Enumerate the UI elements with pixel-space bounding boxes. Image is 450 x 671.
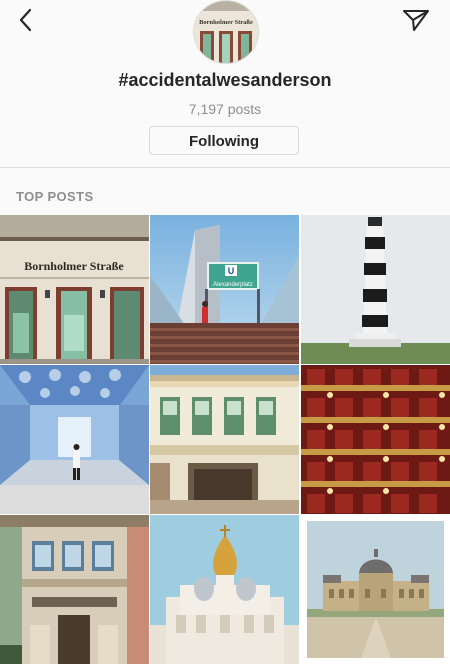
hashtag-title: #accidentalwesanderson bbox=[118, 70, 332, 90]
post-theater-boxes[interactable] bbox=[301, 365, 450, 514]
svg-text:Bornholmer Straße: Bornholmer Straße bbox=[24, 259, 124, 273]
post-bornholmer-strasse[interactable]: Bornholmer Straße bbox=[0, 215, 149, 364]
svg-text:U: U bbox=[228, 266, 235, 276]
post-blue-hall[interactable] bbox=[0, 365, 149, 514]
back-chevron-icon[interactable] bbox=[14, 8, 38, 32]
header-divider bbox=[0, 167, 450, 168]
tag-header: Bornholmer Straße #accidentalwesanderson… bbox=[0, 0, 450, 168]
post-chateau[interactable] bbox=[301, 515, 450, 664]
post-colonial-building[interactable] bbox=[0, 515, 149, 664]
hashtag-avatar: Bornholmer Straße bbox=[193, 0, 259, 64]
paper-plane-icon[interactable] bbox=[402, 8, 430, 32]
section-title: TOP POSTS bbox=[16, 189, 94, 204]
top-posts-grid: Bornholmer Straße U Alexanderplatz bbox=[0, 215, 450, 671]
post-lighthouse[interactable] bbox=[301, 215, 450, 364]
svg-text:Alexanderplatz: Alexanderplatz bbox=[213, 282, 253, 288]
post-alexanderplatz[interactable]: U Alexanderplatz bbox=[150, 215, 299, 364]
post-count: 7,197 posts bbox=[188, 101, 262, 117]
post-shophouse[interactable] bbox=[150, 365, 299, 514]
following-button[interactable]: Following bbox=[149, 126, 299, 155]
svg-text:Bornholmer Straße: Bornholmer Straße bbox=[199, 19, 253, 26]
post-cathedral[interactable] bbox=[150, 515, 299, 664]
